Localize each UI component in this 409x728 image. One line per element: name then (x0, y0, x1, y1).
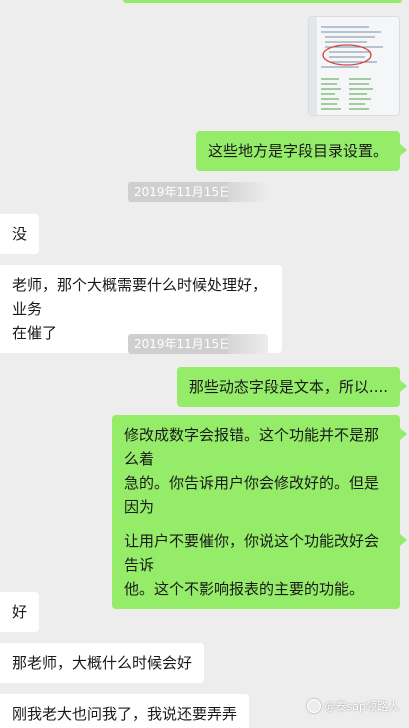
message-bubble[interactable]: 那些动态字段是文本，所以.... (176, 367, 408, 407)
timestamp: 2019年11月15日 (128, 334, 238, 354)
wechat-channel-icon (306, 699, 321, 713)
message-bubble[interactable]: 让用户不要催你，你说这个功能改好会告诉 他。这个不影响报表的主要的功能。 (112, 521, 407, 609)
watermark: @泰sap领路人 (306, 698, 399, 714)
message-bubble[interactable]: 那老师，大概什么时候会好 (0, 643, 205, 683)
message-bubble[interactable]: 这些地方是字段目录设置。 (195, 131, 408, 171)
timestamp-blur (228, 334, 268, 354)
message-bubble[interactable]: 好 (0, 592, 40, 632)
previous-message-edge (123, 0, 402, 3)
code-screenshot-icon (309, 17, 399, 115)
watermark-text: @泰sap领路人 (324, 700, 399, 713)
code-screenshot-image[interactable] (308, 16, 400, 116)
timestamp: 2019年11月15日 (128, 182, 238, 202)
message-bubble[interactable]: 刚我老大也问我了，我说还要弄弄 (0, 694, 250, 728)
timestamp-blur (228, 182, 268, 202)
message-bubble[interactable]: 没 (0, 214, 40, 254)
